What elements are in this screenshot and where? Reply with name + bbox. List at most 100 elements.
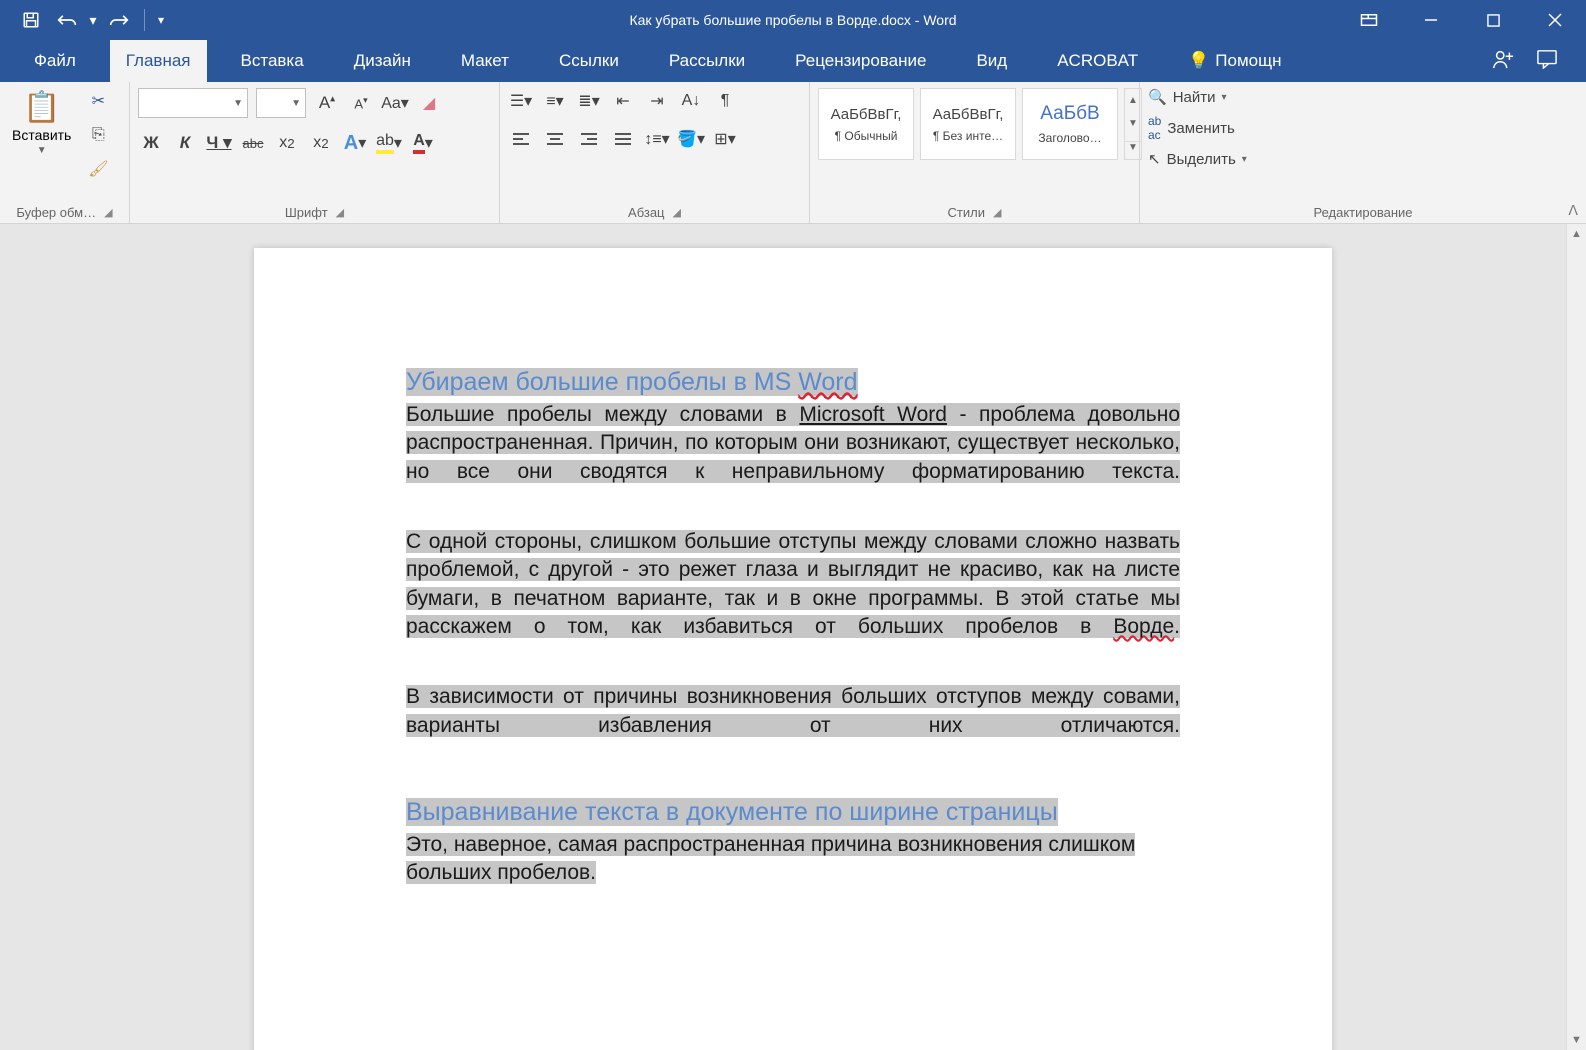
tab-design[interactable]: Дизайн <box>338 40 427 82</box>
window-controls <box>1340 0 1586 40</box>
redo-button[interactable] <box>102 5 136 35</box>
cursor-icon: ↖ <box>1148 150 1161 168</box>
underline-button[interactable]: Ч ▾ <box>206 130 232 156</box>
borders-button[interactable]: ⊞▾ <box>712 126 738 152</box>
shading-button[interactable]: 🪣▾ <box>678 126 704 152</box>
find-button[interactable]: 🔍Найти▾ <box>1148 88 1247 106</box>
doc-heading-1: Убираем большие пробелы в MS <box>406 368 798 396</box>
ribbon-display-options[interactable] <box>1340 0 1398 40</box>
italic-button[interactable]: К <box>172 130 198 156</box>
chevron-down-icon: ▼ <box>233 98 243 109</box>
title-bar: ▾ ▾ Как убрать большие пробелы в Ворде.d… <box>0 0 1586 40</box>
brush-icon: 🖌 <box>88 159 108 179</box>
line-spacing-button[interactable]: ↕≡▾ <box>644 126 670 152</box>
copy-button[interactable]: ⎘ <box>85 122 111 148</box>
multilevel-list-button[interactable]: ≣▾ <box>576 88 602 114</box>
group-paragraph-label: Абзац <box>628 205 664 220</box>
tab-layout[interactable]: Макет <box>445 40 525 82</box>
style-no-spacing[interactable]: АаБбВвГг, ¶ Без инте… <box>920 88 1016 160</box>
dialog-launcher-icon[interactable]: ◢ <box>673 206 681 219</box>
tab-references[interactable]: Ссылки <box>543 40 635 82</box>
group-editing: 🔍Найти▾ abacЗаменить ↖Выделить▾ Редактир… <box>1140 82 1586 223</box>
select-button[interactable]: ↖Выделить▾ <box>1148 150 1247 168</box>
subscript-button[interactable]: x2 <box>274 130 300 156</box>
paint-bucket-icon: 🪣 <box>677 129 697 149</box>
bullets-button[interactable]: ☰▾ <box>508 88 534 114</box>
tab-view[interactable]: Вид <box>960 40 1023 82</box>
comments-icon[interactable] <box>1536 49 1558 74</box>
tab-review[interactable]: Рецензирование <box>779 40 942 82</box>
doc-heading-2: Выравнивание текста в документе по ширин… <box>406 798 1058 826</box>
tab-home[interactable]: Главная <box>110 40 207 82</box>
scroll-up-icon[interactable]: ▲ <box>1567 224 1586 244</box>
align-left-button[interactable] <box>508 126 534 152</box>
dialog-launcher-icon[interactable]: ◢ <box>336 206 344 219</box>
tab-acrobat[interactable]: ACROBAT <box>1041 40 1154 82</box>
style-name: ¶ Без инте… <box>933 129 1003 143</box>
replace-button[interactable]: abac Заменить <box>1148 114 1247 142</box>
ribbon: 📋 Вставить ▼ ✂ ⎘ 🖌 Буфер обм…◢ ▼ ▼ A▴ A▾… <box>0 82 1586 224</box>
save-button[interactable] <box>14 5 48 35</box>
share-icon[interactable] <box>1492 48 1514 75</box>
font-name-combo[interactable]: ▼ <box>138 88 248 118</box>
sort-button[interactable]: A↓ <box>678 88 704 114</box>
style-normal[interactable]: АаБбВвГг, ¶ Обычный <box>818 88 914 160</box>
collapse-ribbon-button[interactable]: ᐱ <box>1568 202 1578 219</box>
dialog-launcher-icon[interactable]: ◢ <box>104 206 112 219</box>
decrease-indent-button[interactable]: ⇤ <box>610 88 636 114</box>
bold-button[interactable]: Ж <box>138 130 164 156</box>
cut-button[interactable]: ✂ <box>85 88 111 114</box>
tab-file[interactable]: Файл <box>18 40 92 82</box>
tab-mailings[interactable]: Рассылки <box>653 40 761 82</box>
vertical-scrollbar[interactable]: ▲ ▼ <box>1566 224 1586 1050</box>
numbering-button[interactable]: ≡▾ <box>542 88 568 114</box>
increase-indent-button[interactable]: ⇥ <box>644 88 670 114</box>
close-button[interactable] <box>1526 0 1584 40</box>
replace-icon: abac <box>1148 114 1161 142</box>
maximize-button[interactable] <box>1464 0 1522 40</box>
doc-p4: Это, наверное, самая распространенная пр… <box>406 833 1135 884</box>
change-case-button[interactable]: Aa▾ <box>382 90 408 116</box>
copy-icon: ⎘ <box>92 126 105 144</box>
dialog-launcher-icon[interactable]: ◢ <box>993 206 1001 219</box>
qat-customize[interactable]: ▾ <box>153 5 169 35</box>
justify-button[interactable] <box>610 126 636 152</box>
scissors-icon: ✂ <box>92 91 105 111</box>
find-label: Найти <box>1173 89 1216 106</box>
minimize-button[interactable] <box>1402 0 1460 40</box>
show-marks-button[interactable]: ¶ <box>712 88 738 114</box>
highlight-button[interactable]: ab▾ <box>376 130 402 156</box>
tab-insert[interactable]: Вставка <box>225 40 320 82</box>
group-styles-label: Стили <box>948 205 985 220</box>
doc-p2b: Ворде <box>1113 615 1174 638</box>
grow-font-button[interactable]: A▴ <box>314 90 340 116</box>
replace-label: Заменить <box>1167 120 1234 137</box>
clear-formatting-button[interactable]: ◢ <box>416 90 442 116</box>
undo-button[interactable] <box>50 5 84 35</box>
quick-access-toolbar: ▾ ▾ <box>0 5 169 35</box>
tell-me[interactable]: 💡 Помощн <box>1172 40 1297 82</box>
ribbon-tabs: Файл Главная Вставка Дизайн Макет Ссылки… <box>0 40 1586 82</box>
font-size-combo[interactable]: ▼ <box>256 88 306 118</box>
paste-button[interactable]: 📋 Вставить ▼ <box>8 88 75 158</box>
font-color-button[interactable]: A▾ <box>410 130 436 156</box>
align-center-button[interactable] <box>542 126 568 152</box>
align-right-button[interactable] <box>576 126 602 152</box>
document-area: Убираем большие пробелы в MS Word Больши… <box>0 224 1586 1050</box>
undo-dropdown[interactable]: ▾ <box>86 5 100 35</box>
paste-label: Вставить <box>12 127 71 143</box>
text-effects-button[interactable]: A▾ <box>342 130 368 156</box>
doc-p3: В зависимости от причины возникновения б… <box>406 685 1180 736</box>
style-preview: АаБбВ <box>1040 103 1099 125</box>
page[interactable]: Убираем большие пробелы в MS Word Больши… <box>254 248 1332 1050</box>
strikethrough-button[interactable]: abc <box>240 130 266 156</box>
style-heading1[interactable]: АаБбВ Заголово… <box>1022 88 1118 160</box>
lightbulb-icon: 💡 <box>1188 51 1209 71</box>
superscript-button[interactable]: x2 <box>308 130 334 156</box>
doc-p1a: Большие пробелы между словами в <box>406 403 799 426</box>
shrink-font-button[interactable]: A▾ <box>348 90 374 116</box>
scroll-down-icon[interactable]: ▼ <box>1567 1030 1586 1050</box>
format-painter-button[interactable]: 🖌 <box>85 156 111 182</box>
clipboard-icon: 📋 <box>23 90 60 125</box>
eraser-icon: ◢ <box>423 93 435 113</box>
